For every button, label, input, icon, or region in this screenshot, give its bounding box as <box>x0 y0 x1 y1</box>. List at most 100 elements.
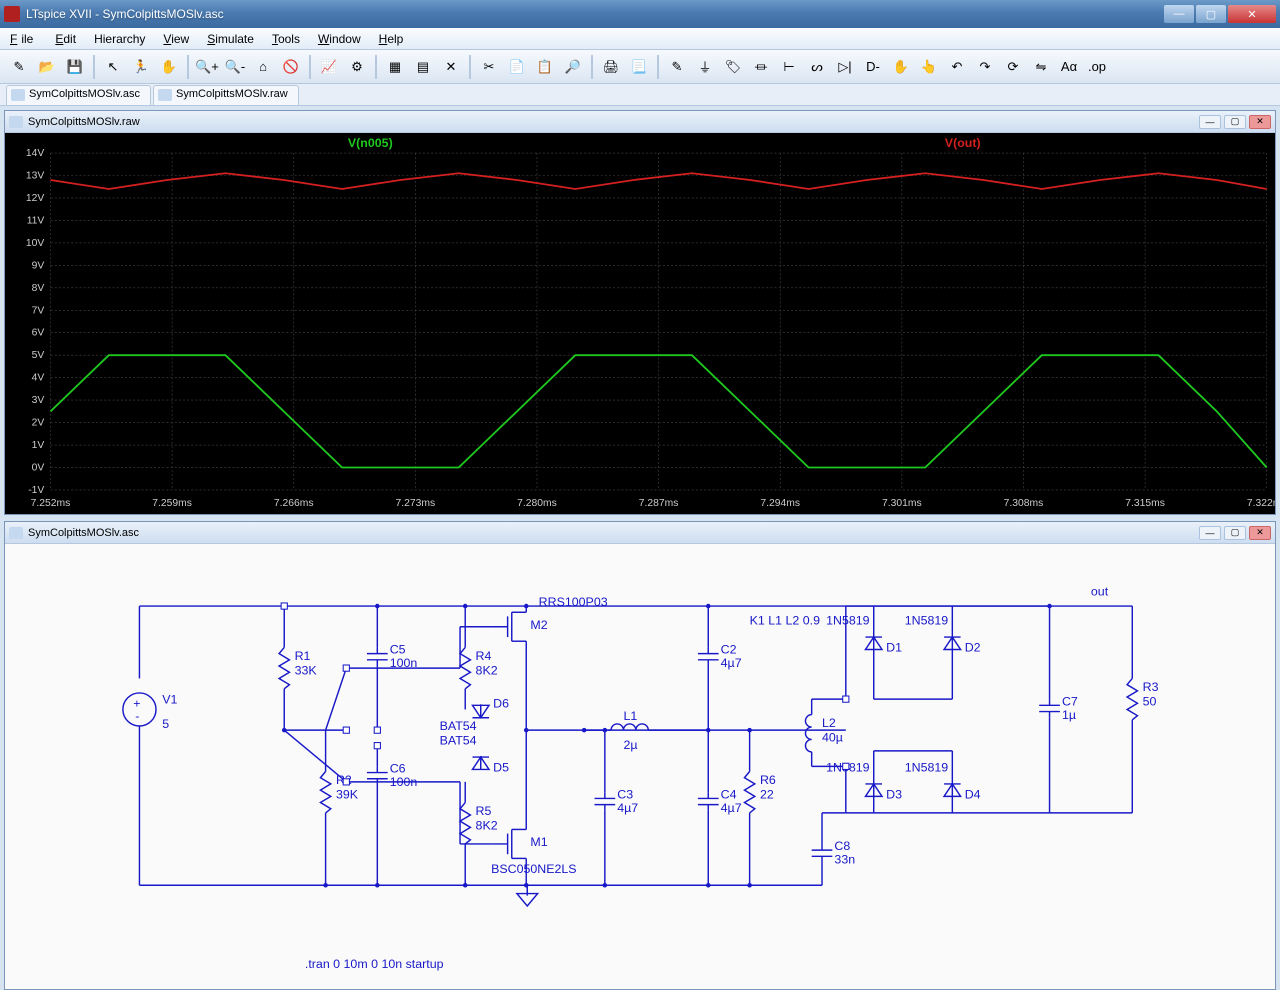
svg-text:D6: D6 <box>493 696 509 710</box>
svg-text:V(n005): V(n005) <box>348 136 393 150</box>
svg-text:1V: 1V <box>32 440 45 451</box>
tab-asc[interactable]: SymColpittsMOSlv.asc <box>6 85 151 105</box>
sch-minimize-button[interactable]: — <box>1199 526 1221 540</box>
svg-text:R4: R4 <box>476 649 492 663</box>
toolbar-print[interactable]: 🖨 <box>598 54 624 80</box>
menu-file[interactable]: File <box>6 30 41 48</box>
menu-tools[interactable]: Tools <box>268 30 304 48</box>
tab-raw[interactable]: SymColpittsMOSlv.raw <box>153 85 299 105</box>
svg-text:2µ: 2µ <box>623 738 637 752</box>
toolbar-open[interactable]: 📂 <box>34 54 60 80</box>
svg-text:V1: V1 <box>162 692 177 706</box>
svg-text:7.287ms: 7.287ms <box>639 498 679 509</box>
svg-text:9V: 9V <box>32 260 45 271</box>
svg-text:K1 L1 L2 0.9: K1 L1 L2 0.9 <box>750 614 820 628</box>
toolbar-text[interactable]: Aα <box>1056 54 1082 80</box>
toolbar-diode[interactable]: ▷| <box>832 54 858 80</box>
wave-maximize-button[interactable]: ▢ <box>1224 115 1246 129</box>
wave-minimize-button[interactable]: — <box>1199 115 1221 129</box>
toolbar-setup[interactable]: ⚙ <box>344 54 370 80</box>
toolbar-spice[interactable]: .op <box>1084 54 1110 80</box>
svg-text:C5: C5 <box>390 643 406 657</box>
svg-text:D2: D2 <box>965 641 981 655</box>
svg-text:L2: L2 <box>822 716 836 730</box>
toolbar-res[interactable]: ⏛ <box>748 54 774 80</box>
toolbar-tile[interactable]: ▦ <box>382 54 408 80</box>
waveform-titlebar[interactable]: SymColpittsMOSlv.raw — ▢ ✕ <box>5 111 1275 133</box>
svg-text:1N5819: 1N5819 <box>905 761 949 775</box>
menu-view[interactable]: View <box>159 30 193 48</box>
svg-text:12V: 12V <box>26 193 45 204</box>
toolbar-undo[interactable]: ↶ <box>944 54 970 80</box>
menu-help[interactable]: Help <box>375 30 408 48</box>
toolbar-zoom-out[interactable]: 🔍- <box>222 54 248 80</box>
svg-text:C3: C3 <box>617 787 633 801</box>
window-controls: — ▢ ✕ <box>1164 5 1276 23</box>
toolbar-ground[interactable]: ⏚ <box>692 54 718 80</box>
menu-hierarchy[interactable]: Hierarchy <box>90 30 149 48</box>
toolbar-zoom-off[interactable]: 🚫 <box>278 54 304 80</box>
minimize-button[interactable]: — <box>1164 5 1194 23</box>
schematic-titlebar[interactable]: SymColpittsMOSlv.asc — ▢ ✕ <box>5 522 1275 544</box>
svg-text:4µ7: 4µ7 <box>721 656 742 670</box>
svg-text:7.273ms: 7.273ms <box>396 498 436 509</box>
plot-area[interactable]: 14V13V12V11V10V9V8V7V6V5V4V3V2V1V0V-1V7.… <box>5 133 1275 514</box>
toolbar-new-sch[interactable]: ✎ <box>6 54 32 80</box>
wave-close-button[interactable]: ✕ <box>1249 115 1271 129</box>
toolbar-ind[interactable]: ᔕ <box>804 54 830 80</box>
svg-text:1N5819: 1N5819 <box>826 614 870 628</box>
toolbar-wire[interactable]: ✎ <box>664 54 690 80</box>
toolbar-redo[interactable]: ↷ <box>972 54 998 80</box>
svg-text:.tran 0 10m 0 10n startup: .tran 0 10m 0 10n startup <box>305 957 444 971</box>
svg-text:-1V: -1V <box>28 485 44 496</box>
toolbar-save[interactable]: 💾 <box>62 54 88 80</box>
toolbar-move[interactable]: ✋ <box>888 54 914 80</box>
toolbar-copy[interactable]: 📄 <box>504 54 530 80</box>
toolbar-pan[interactable]: ✋ <box>156 54 182 80</box>
svg-text:5: 5 <box>162 717 169 731</box>
svg-text:4µ7: 4µ7 <box>617 801 638 815</box>
menu-edit[interactable]: Edit <box>51 30 80 48</box>
toolbar-paste[interactable]: 📋 <box>532 54 558 80</box>
schematic-area[interactable]: +-V15R133KR239KC5100nC6100nR48K2D6BAT54D… <box>5 544 1275 989</box>
maximize-button[interactable]: ▢ <box>1196 5 1226 23</box>
svg-text:7V: 7V <box>32 305 45 316</box>
svg-text:8K2: 8K2 <box>476 818 498 832</box>
toolbar-autorange[interactable]: 📈 <box>316 54 342 80</box>
svg-text:D1: D1 <box>886 641 902 655</box>
svg-text:40µ: 40µ <box>822 731 843 745</box>
toolbar-cap[interactable]: ⊢ <box>776 54 802 80</box>
svg-text:33K: 33K <box>295 663 318 677</box>
svg-text:R1: R1 <box>295 649 311 663</box>
toolbar-drag[interactable]: 👆 <box>916 54 942 80</box>
titlebar: LTspice XVII - SymColpittsMOSlv.asc — ▢ … <box>0 0 1280 28</box>
toolbar-cut[interactable]: ✂ <box>476 54 502 80</box>
toolbar-run[interactable]: 🏃 <box>128 54 154 80</box>
schematic-title: SymColpittsMOSlv.asc <box>28 527 1199 539</box>
toolbar-zoom-fit[interactable]: ⌂ <box>250 54 276 80</box>
sch-maximize-button[interactable]: ▢ <box>1224 526 1246 540</box>
tabstrip: SymColpittsMOSlv.asc SymColpittsMOSlv.ra… <box>0 84 1280 106</box>
svg-text:D3: D3 <box>886 787 902 801</box>
toolbar-pick[interactable]: ↖ <box>100 54 126 80</box>
toolbar-close-win[interactable]: ✕ <box>438 54 464 80</box>
toolbar-mirror[interactable]: ⇋ <box>1028 54 1054 80</box>
sch-close-button[interactable]: ✕ <box>1249 526 1271 540</box>
menu-simulate[interactable]: Simulate <box>203 30 258 48</box>
svg-text:C4: C4 <box>721 787 737 801</box>
toolbar-component[interactable]: D- <box>860 54 886 80</box>
toolbar-zoom-in[interactable]: 🔍+ <box>194 54 220 80</box>
close-button[interactable]: ✕ <box>1228 5 1276 23</box>
toolbar-find[interactable]: 🔎 <box>560 54 586 80</box>
toolbar-cascade[interactable]: ▤ <box>410 54 436 80</box>
toolbar-rotate[interactable]: ⟳ <box>1000 54 1026 80</box>
raw-icon <box>9 116 23 128</box>
mdi-area: SymColpittsMOSlv.raw — ▢ ✕ 14V13V12V11V1… <box>0 106 1280 984</box>
svg-text:8V: 8V <box>32 283 45 294</box>
svg-text:RRS100P03: RRS100P03 <box>539 595 608 609</box>
menubar: File Edit Hierarchy View Simulate Tools … <box>0 28 1280 50</box>
svg-text:R5: R5 <box>476 804 492 818</box>
toolbar-label[interactable]: 🏷 <box>720 54 746 80</box>
toolbar-setup-print[interactable]: 📃 <box>626 54 652 80</box>
menu-window[interactable]: Window <box>314 30 365 48</box>
